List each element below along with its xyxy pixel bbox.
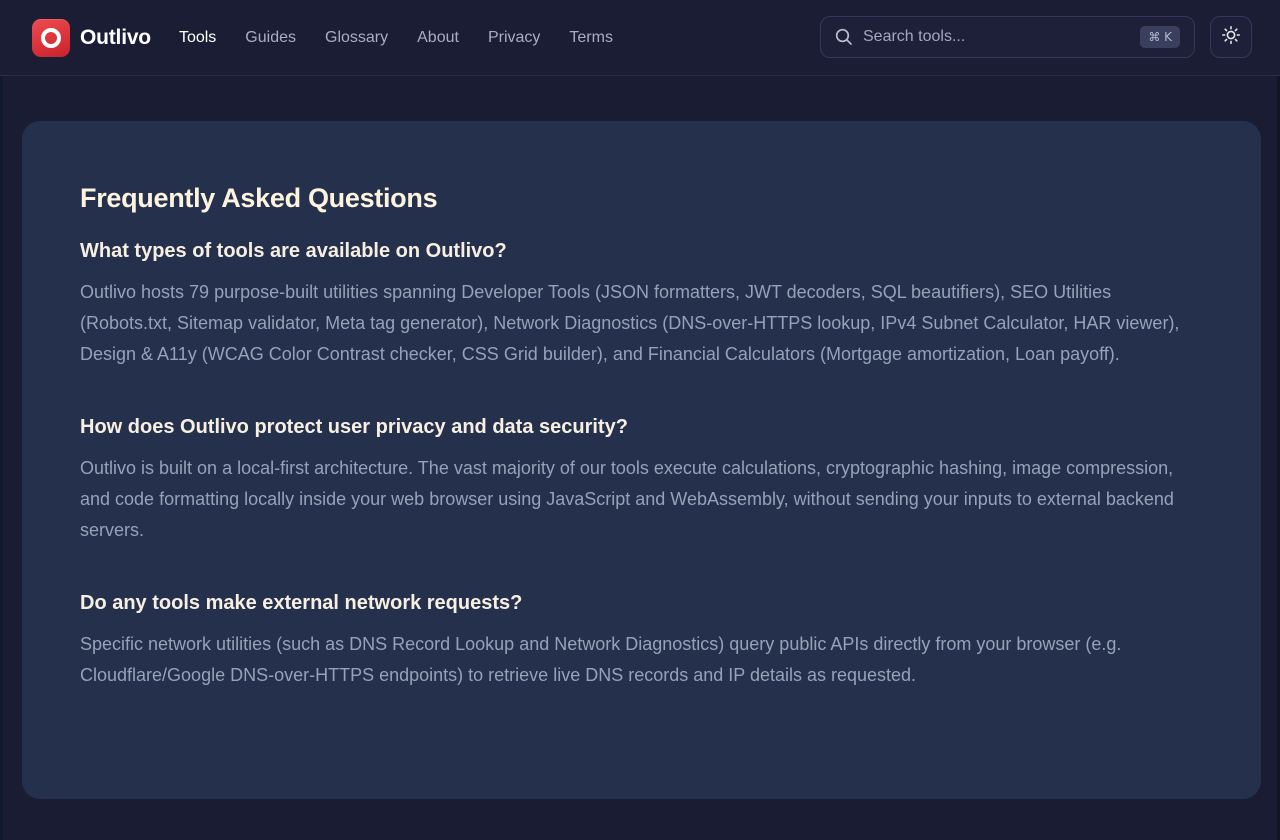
faq-item: How does Outlivo protect user privacy an… [80, 416, 1203, 546]
nav-item-tools[interactable]: Tools [179, 29, 216, 47]
nav-item-glossary[interactable]: Glossary [325, 29, 388, 47]
faq-item: What types of tools are available on Out… [80, 240, 1203, 370]
faq-item: Do any tools make external network reque… [80, 592, 1203, 691]
search-box[interactable]: ⌘ K [820, 16, 1195, 58]
brand-home-link[interactable]: Outlivo [32, 18, 151, 57]
faq-answer: Specific network utilities (such as DNS … [80, 634, 1122, 685]
faq-answer: Outlivo is built on a local-first archit… [80, 458, 1174, 540]
sun-icon [1221, 25, 1241, 50]
nav-item-guides[interactable]: Guides [245, 29, 296, 47]
search-shortcut-badge: ⌘ K [1140, 26, 1180, 48]
outlivo-logo-icon [32, 18, 70, 57]
faq-question: Do any tools make external network reque… [80, 592, 523, 614]
faq-title: Frequently Asked Questions [80, 183, 438, 213]
search-input[interactable] [863, 28, 1141, 46]
nav-item-terms[interactable]: Terms [569, 29, 613, 47]
faq-card: Frequently Asked Questions What types of… [22, 121, 1261, 799]
theme-toggle-button[interactable] [1210, 16, 1252, 58]
main-nav: Tools Guides Glossary About Privacy Term… [179, 29, 613, 47]
logo-ring [41, 27, 61, 48]
nav-item-privacy[interactable]: Privacy [488, 29, 540, 47]
faq-answer: Outlivo hosts 79 purpose-built utilities… [80, 282, 1180, 364]
brand-name: Outlivo [80, 25, 151, 49]
faq-question: What types of tools are available on Out… [80, 240, 507, 262]
site-header: Outlivo Tools Guides Glossary About Priv… [0, 0, 1280, 76]
nav-item-about[interactable]: About [417, 29, 459, 47]
search-icon [835, 28, 853, 46]
faq-question: How does Outlivo protect user privacy an… [80, 416, 628, 438]
